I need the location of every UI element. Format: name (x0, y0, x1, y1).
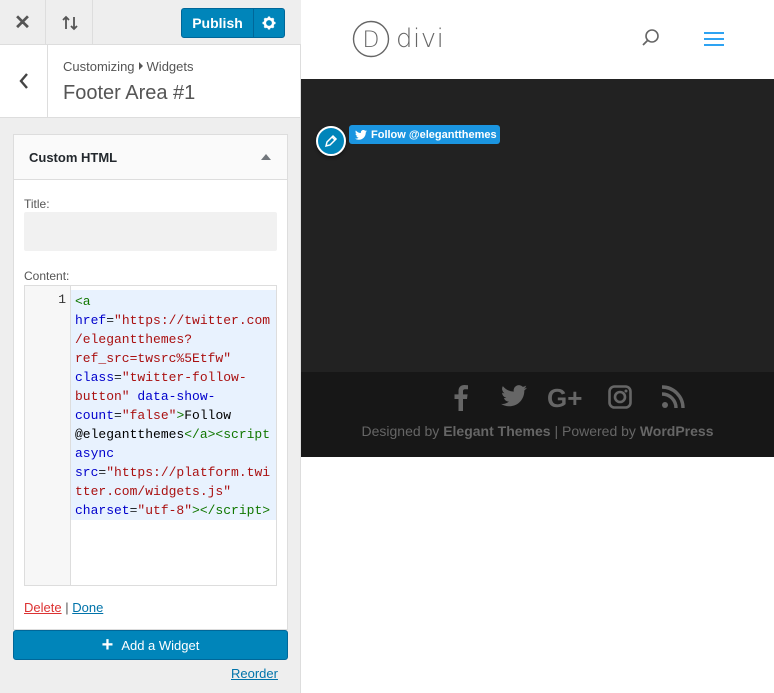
publish-settings-button[interactable] (254, 16, 284, 30)
credits-elegant-link[interactable]: Elegant Themes (443, 423, 550, 439)
logo-text: divi (396, 24, 445, 54)
done-link[interactable]: Done (72, 600, 103, 615)
svg-text:D: D (363, 28, 380, 53)
pencil-icon (324, 134, 338, 148)
add-widget-label: Add a Widget (121, 637, 200, 653)
breadcrumb-root: Customizing (63, 59, 135, 74)
facebook-icon[interactable] (434, 385, 487, 411)
gear-icon (262, 16, 276, 30)
title-input[interactable] (24, 212, 277, 251)
actions-separator: | (65, 600, 69, 615)
code-editor[interactable]: 1 <a href="https://twitter.com /elegantt… (24, 285, 277, 586)
widget-header[interactable]: Custom HTML (14, 135, 287, 180)
twitter-icon[interactable] (487, 385, 540, 411)
breadcrumb-child: Widgets (146, 59, 194, 74)
rss-icon[interactable] (646, 385, 699, 411)
customizer-sidebar: ✕ Publish Customizing Widgets Footer Area… (0, 0, 301, 693)
edit-shortcut-button[interactable] (316, 126, 346, 156)
hamburger-menu-icon[interactable] (703, 30, 725, 53)
publish-label: Publish (182, 9, 254, 37)
sort-arrows-icon (61, 15, 78, 30)
social-icons: G+ (434, 385, 699, 411)
footer-credits: Designed by Elegant Themes | Powered by … (301, 423, 774, 439)
custom-html-widget: Custom HTML Title: Content: 1 <a href="h… (13, 134, 288, 630)
reorder-link[interactable]: Reorder (231, 666, 278, 681)
instagram-icon[interactable] (593, 385, 646, 411)
site-preview: D divi Follow @elegantthemes G+ Designed… (301, 0, 774, 693)
credits-wordpress-link[interactable]: WordPress (640, 423, 714, 439)
content-label: Content: (24, 269, 70, 283)
publish-button[interactable]: Publish (181, 8, 285, 38)
breadcrumb: Customizing Widgets (63, 59, 194, 74)
svg-text:G+: G+ (547, 385, 582, 411)
site-logo[interactable]: D divi (352, 20, 444, 58)
search-icon[interactable] (641, 28, 661, 53)
divi-logo-icon: D (352, 20, 390, 58)
close-icon: ✕ (14, 12, 31, 34)
site-header: D divi (301, 0, 774, 79)
collapse-arrow-icon[interactable] (261, 154, 271, 160)
credits-separator: | Powered by (554, 423, 636, 439)
widget-title: Custom HTML (29, 150, 118, 165)
section-title: Footer Area #1 (63, 82, 196, 104)
google-plus-icon[interactable]: G+ (540, 385, 593, 411)
widget-actions: Delete | Done (24, 600, 103, 615)
close-button[interactable]: ✕ (0, 0, 46, 45)
chevron-left-icon (18, 73, 28, 89)
follow-button-label: Follow @elegantthemes (371, 128, 497, 141)
breadcrumb-separator-icon (138, 62, 143, 70)
customizer-topbar: ✕ Publish (0, 0, 301, 45)
delete-link[interactable]: Delete (24, 600, 62, 615)
line-number: 1 (58, 292, 66, 307)
section-header: Customizing Widgets Footer Area #1 (0, 45, 300, 118)
twitter-follow-button[interactable]: Follow @elegantthemes (349, 125, 500, 144)
footer-widget-area: Follow @elegantthemes (301, 79, 774, 372)
add-widget-button[interactable]: + Add a Widget (13, 630, 288, 660)
back-button[interactable] (0, 45, 48, 117)
plus-icon: + (101, 634, 114, 656)
reorder-toggle-button[interactable] (47, 0, 93, 45)
editor-gutter: 1 (25, 286, 71, 585)
twitter-bird-icon (355, 129, 367, 140)
code-content[interactable]: <a href="https://twitter.com /elegantthe… (71, 290, 276, 520)
footer-bottom-bar: G+ Designed by Elegant Themes | Powered … (301, 372, 774, 457)
credits-designed: Designed by (361, 423, 440, 439)
title-label: Title: (24, 197, 50, 211)
